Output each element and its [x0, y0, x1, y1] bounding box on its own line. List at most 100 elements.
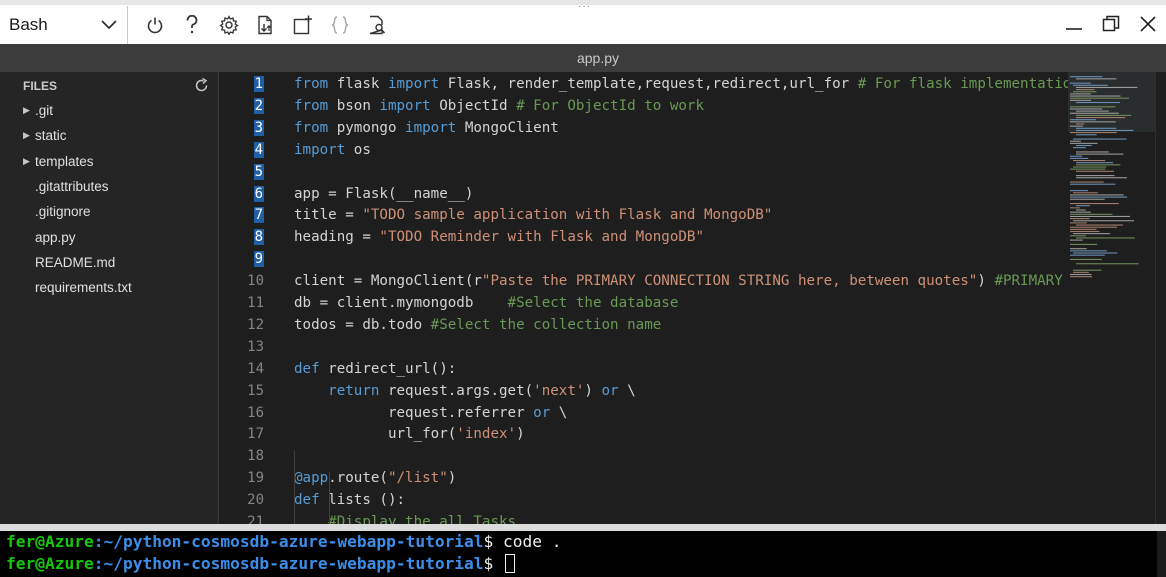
- tab-app-py[interactable]: app.py: [577, 50, 619, 66]
- minimap-line: [1070, 226, 1117, 228]
- editor-scrollbar[interactable]: [1155, 72, 1166, 524]
- web-preview-button[interactable]: [358, 6, 395, 44]
- line-number: 16: [247, 404, 264, 421]
- code-line: 21 #Display the all Tasks: [220, 511, 1068, 524]
- minimap-line: [1073, 138, 1127, 140]
- file-item[interactable]: .gitignore: [0, 199, 218, 224]
- files-header-label: FILES: [23, 78, 58, 93]
- minimap-line: [1070, 215, 1131, 217]
- file-item[interactable]: README.md: [0, 250, 218, 275]
- code-line: 18: [220, 445, 1068, 467]
- caret-right-icon: ▶: [23, 105, 30, 116]
- file-name: .git: [35, 103, 54, 119]
- editor-tab-bar: app.py: [0, 44, 1166, 72]
- code-line: 5: [220, 161, 1068, 183]
- minimap-line: [1070, 228, 1097, 230]
- folder-item[interactable]: ▶ templates: [0, 149, 218, 174]
- minimap-line: [1070, 119, 1096, 121]
- code-line: 16 request.referrer or \: [220, 402, 1068, 424]
- minimap-line: [1070, 125, 1083, 127]
- minimap-line: [1070, 276, 1093, 278]
- code-text: def lists ():: [294, 492, 406, 509]
- shell-type-label: Bash: [9, 14, 48, 34]
- minimap-line: [1070, 243, 1098, 245]
- code-line: 8 heading = "TODO Reminder with Flask and…: [220, 226, 1068, 248]
- minimap-line: [1070, 121, 1116, 123]
- shell-type-dropdown[interactable]: Bash: [0, 5, 128, 44]
- minimize-button[interactable]: [1055, 5, 1092, 43]
- code-line: 6 app = Flask(__name__): [220, 183, 1068, 205]
- minimap-line: [1076, 110, 1109, 112]
- gear-icon: [218, 14, 239, 35]
- minimap-line: [1070, 112, 1119, 114]
- line-number: 9: [253, 251, 264, 268]
- file-item[interactable]: requirements.txt: [0, 275, 218, 300]
- restore-button[interactable]: [1092, 5, 1129, 43]
- help-icon: [186, 15, 197, 34]
- restart-button[interactable]: [136, 6, 173, 44]
- upload-download-button[interactable]: [247, 6, 284, 44]
- minimap[interactable]: [1068, 72, 1155, 524]
- file-item[interactable]: app.py: [0, 224, 218, 249]
- line-number: 14: [247, 360, 264, 377]
- line-number: 7: [253, 207, 264, 224]
- minimap-line: [1070, 132, 1117, 134]
- new-session-button[interactable]: [284, 6, 321, 44]
- file-item[interactable]: .gitattributes: [0, 174, 218, 199]
- code-text: @app.route("/list"): [294, 470, 457, 487]
- minimap-line: [1073, 192, 1098, 194]
- code-line: 2 from bson import ObjectId # For ObjectI…: [220, 95, 1068, 117]
- code-text: #Display the all Tasks: [328, 514, 517, 524]
- indent-guide: [329, 472, 330, 524]
- close-button[interactable]: [1129, 5, 1166, 43]
- minimap-line: [1073, 160, 1106, 162]
- file-name: requirements.txt: [35, 280, 132, 296]
- terminal[interactable]: fer@Azure:~/python-cosmosdb-azure-webapp…: [0, 524, 1166, 577]
- editor-braces-button[interactable]: [321, 6, 358, 44]
- minimap-line: [1070, 273, 1092, 276]
- minimap-line: [1076, 177, 1128, 179]
- minimap-line: [1070, 203, 1119, 205]
- minimap-line: [1070, 168, 1106, 170]
- minimap-line: [1070, 254, 1105, 256]
- minimap-line: [1070, 239, 1083, 241]
- file-name: templates: [35, 153, 94, 169]
- minimap-line: [1076, 144, 1092, 147]
- minimap-line: [1076, 89, 1095, 91]
- terminal-prompt: $: [483, 532, 504, 551]
- minimap-line: [1070, 82, 1091, 84]
- minimap-line: [1076, 134, 1097, 136]
- minimap-line: [1076, 127, 1117, 129]
- code-text: db = client.mymongodb #Select the databa…: [294, 295, 679, 311]
- minimap-line: [1070, 258, 1102, 260]
- code-text: request.referrer or \: [294, 404, 568, 421]
- minimap-line: [1076, 170, 1114, 172]
- line-number: 13: [247, 338, 264, 355]
- code-line: 19 @app.route("/list"): [220, 467, 1068, 489]
- line-number: 4: [253, 141, 264, 158]
- minimap-line: [1076, 151, 1109, 153]
- code-line: 11 db = client.mymongodb #Select the data…: [220, 292, 1068, 314]
- code-text: return request.args.get('next') or \: [328, 382, 636, 399]
- folder-item[interactable]: ▶ .git: [0, 98, 218, 123]
- files-header: FILES: [0, 73, 218, 98]
- code-editor[interactable]: 1 from flask import Flask, render_templat…: [220, 72, 1068, 524]
- minimap-line: [1073, 147, 1086, 149]
- code-text: def redirect_url():: [294, 360, 457, 377]
- help-button[interactable]: [173, 6, 210, 44]
- terminal-scrollbar[interactable]: [1157, 531, 1166, 577]
- minimap-line: [1076, 162, 1114, 164]
- upload-download-icon: [257, 15, 272, 34]
- minimap-line: [1070, 183, 1116, 185]
- code-line: 10 client = MongoClient(r"Paste the PRIMA…: [220, 270, 1068, 292]
- code-line: 13: [220, 336, 1068, 358]
- drag-grip-icon[interactable]: ···: [578, 1, 591, 12]
- minimap-line: [1073, 166, 1107, 168]
- folder-item[interactable]: ▶ static: [0, 123, 218, 148]
- settings-button[interactable]: [210, 6, 247, 44]
- minimap-line: [1070, 108, 1103, 110]
- terminal-line: fer@Azure:~/python-cosmosdb-azure-webapp…: [0, 531, 1166, 553]
- refresh-icon[interactable]: [194, 78, 209, 93]
- terminal-cmd: code .: [503, 532, 562, 551]
- minimap-line: [1070, 95, 1121, 97]
